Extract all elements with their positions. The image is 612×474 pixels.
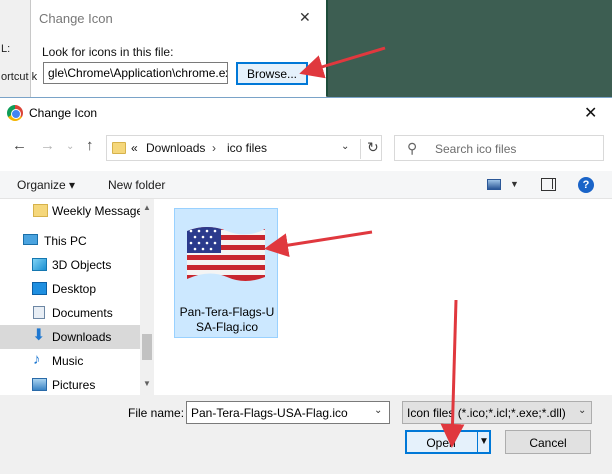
background-window-edge bbox=[326, 0, 328, 96]
browse-button[interactable]: Browse... bbox=[236, 62, 308, 85]
background-properties-strip: L: ortcut k bbox=[0, 0, 37, 99]
music-icon: ♪ bbox=[33, 351, 41, 368]
scrollbar-thumb[interactable] bbox=[142, 334, 152, 360]
preview-pane-icon[interactable] bbox=[541, 178, 556, 191]
cube-icon bbox=[32, 258, 47, 271]
dialog-titlebar: Change Icon ✕ bbox=[0, 98, 612, 128]
up-arrow-icon[interactable]: ↑ bbox=[86, 137, 94, 154]
breadcrumb-downloads[interactable]: Downloads bbox=[146, 141, 205, 155]
folder-icon bbox=[33, 204, 48, 217]
scroll-up-icon[interactable]: ▲ bbox=[143, 203, 151, 212]
address-bar[interactable]: « Downloads › ico files ⌄ ↻ bbox=[106, 135, 382, 161]
chrome-icon bbox=[7, 105, 23, 121]
nav-item-label: 3D Objects bbox=[52, 258, 112, 272]
open-button-label: Open bbox=[426, 436, 456, 450]
background-close-icon[interactable]: ✕ bbox=[299, 9, 311, 26]
download-icon: ⬇ bbox=[32, 327, 46, 344]
nav-item-3d-objects[interactable]: 3D Objects bbox=[0, 253, 140, 277]
breadcrumb-separator[interactable]: › bbox=[212, 141, 216, 155]
nav-item-label: Documents bbox=[52, 306, 113, 320]
chevron-down-icon[interactable]: ⌄ bbox=[374, 405, 382, 416]
search-input[interactable]: Search ico files bbox=[435, 142, 516, 156]
file-name-label: File name: bbox=[128, 406, 185, 420]
nav-item-label: Downloads bbox=[52, 330, 112, 344]
nav-item-pictures[interactable]: Pictures bbox=[0, 373, 140, 397]
background-fragment-label: L: bbox=[1, 43, 11, 55]
refresh-icon[interactable]: ↻ bbox=[360, 139, 379, 159]
background-dialog-title: Change Icon bbox=[39, 11, 113, 26]
breadcrumb-overflow[interactable]: « bbox=[131, 141, 138, 155]
open-options-chevron-icon[interactable]: ▼ bbox=[479, 436, 489, 447]
chevron-down-icon[interactable]: ⌄ bbox=[578, 405, 586, 416]
background-change-icon-dialog: L: ortcut k Change Icon ✕ Look for icons… bbox=[0, 0, 327, 99]
view-options-chevron-icon[interactable]: ▼ bbox=[510, 179, 519, 189]
back-arrow-icon[interactable]: ← bbox=[12, 137, 27, 154]
dialog-title: Change Icon bbox=[29, 106, 98, 120]
close-icon[interactable]: ✕ bbox=[584, 103, 597, 123]
recent-locations-icon[interactable]: ⌄ bbox=[66, 141, 74, 152]
us-flag-icon bbox=[187, 227, 265, 281]
pictures-icon bbox=[32, 378, 47, 391]
icon-file-path-input[interactable]: gle\Chrome\Application\chrome.exe bbox=[43, 62, 228, 84]
nav-item-this-pc[interactable]: This PC bbox=[0, 229, 140, 253]
navigation-bar: ← → ⌄ ↑ « Downloads › ico files ⌄ ↻ ⚲ Se… bbox=[0, 134, 612, 162]
look-for-icons-label: Look for icons in this file: bbox=[42, 45, 174, 59]
file-type-select[interactable]: Icon files (*.ico;*.icl;*.exe;*.dll) bbox=[402, 401, 592, 424]
background-fragment-label: ortcut k bbox=[1, 71, 38, 83]
nav-item-label: Desktop bbox=[52, 282, 97, 296]
cancel-button[interactable]: Cancel bbox=[505, 430, 591, 454]
nav-item-label: This PC bbox=[44, 234, 87, 248]
file-item-label: Pan-Tera-Flags-USA-Flag.ico bbox=[179, 305, 275, 334]
file-list: Pan-Tera-Flags-USA-Flag.ico bbox=[154, 199, 612, 395]
split-divider bbox=[477, 432, 478, 452]
nav-item-music[interactable]: ♪ Music bbox=[0, 349, 140, 373]
change-view-icon[interactable] bbox=[487, 179, 501, 190]
nav-item-documents[interactable]: Documents bbox=[0, 301, 140, 325]
file-name-input[interactable]: Pan-Tera-Flags-USA-Flag.ico bbox=[186, 401, 390, 424]
help-icon[interactable]: ? bbox=[578, 177, 594, 193]
nav-item-weekly-message[interactable]: Weekly Message bbox=[0, 199, 144, 223]
breadcrumb-ico-files[interactable]: ico files bbox=[227, 141, 267, 155]
navigation-pane: Weekly Message This PC 3D Objects Deskto… bbox=[0, 199, 154, 395]
scroll-down-icon[interactable]: ▼ bbox=[143, 379, 151, 388]
file-item-usa-flag[interactable]: Pan-Tera-Flags-USA-Flag.ico bbox=[174, 208, 278, 338]
nav-pane-scrollbar[interactable]: ▲ ▼ bbox=[140, 199, 154, 395]
dialog-footer: File name: Pan-Tera-Flags-USA-Flag.ico ⌄… bbox=[0, 395, 612, 474]
nav-item-label: Music bbox=[52, 354, 84, 368]
nav-item-label: Weekly Message bbox=[52, 204, 144, 218]
organize-button[interactable]: Organize ▾ bbox=[17, 178, 75, 192]
documents-icon bbox=[33, 306, 45, 319]
search-icon: ⚲ bbox=[407, 140, 418, 156]
new-folder-button[interactable]: New folder bbox=[108, 178, 165, 192]
desktop-icon bbox=[32, 282, 47, 295]
command-toolbar: Organize ▾ New folder ▼ ? bbox=[0, 171, 612, 199]
nav-item-label: Pictures bbox=[52, 378, 96, 392]
forward-arrow-icon[interactable]: → bbox=[40, 137, 55, 154]
open-button[interactable]: Open ▼ bbox=[405, 430, 491, 454]
nav-item-downloads[interactable]: ⬇ Downloads bbox=[0, 325, 140, 349]
search-box[interactable]: ⚲ Search ico files bbox=[394, 135, 604, 161]
change-icon-file-dialog: Change Icon ✕ ← → ⌄ ↑ « Downloads › ico … bbox=[0, 97, 612, 474]
computer-icon bbox=[23, 234, 38, 245]
chevron-down-icon[interactable]: ⌄ bbox=[341, 141, 349, 152]
nav-item-desktop[interactable]: Desktop bbox=[0, 277, 140, 301]
folder-icon bbox=[112, 142, 126, 154]
